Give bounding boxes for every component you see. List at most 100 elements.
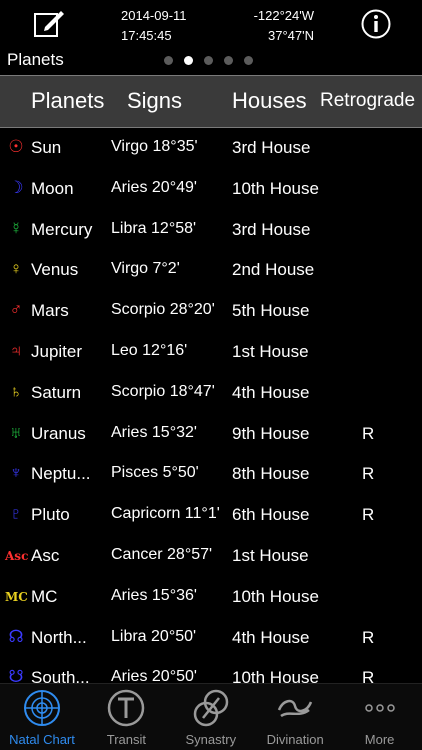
planet-sign: Cancer 28°57': [111, 545, 213, 563]
planet-name: Uranus: [31, 423, 86, 443]
planet-row[interactable]: ♀ Venus Virgo 7°2' 2nd House: [0, 250, 422, 291]
planet-symbol-icon: ☽: [8, 177, 24, 197]
date-time: 2014-09-11 17:45:45: [121, 6, 187, 46]
planet-symbol-icon: ♀: [9, 259, 23, 279]
planet-symbol-icon: ♇: [9, 504, 23, 524]
planet-row[interactable]: ☉ Sun Virgo 18°35' 3rd House: [0, 128, 422, 169]
planet-house: 1st House: [232, 341, 309, 361]
planet-sign: Virgo 18°35': [111, 138, 198, 155]
page-dot[interactable]: [224, 56, 233, 65]
planet-symbol-icon: MC: [5, 589, 28, 604]
planet-name: North...: [31, 627, 87, 647]
planet-name: Sun: [31, 138, 62, 157]
planet-symbol-icon: ☊: [8, 626, 24, 646]
planet-symbol-icon: ☿: [9, 218, 23, 238]
tab-bar: Natal Chart Transit Synastry Divination More: [0, 683, 422, 750]
planet-symbol-icon: Asc: [5, 548, 29, 563]
planet-name: Mars: [31, 301, 69, 321]
planet-house: 9th House: [232, 423, 310, 443]
date-text: 2014-09-11: [121, 8, 187, 23]
planet-name: Asc: [31, 545, 60, 565]
planet-house: 6th House: [232, 505, 310, 525]
table-header: Planets Signs Houses Retrograde: [0, 75, 422, 128]
planet-house: 3rd House: [232, 219, 311, 239]
tab-label: Natal Chart: [9, 732, 75, 747]
tab-label: Divination: [266, 732, 324, 747]
planet-house: 10th House: [232, 586, 319, 606]
planet-row[interactable]: ☽ Moon Aries 20°49' 10th House: [0, 169, 422, 210]
info-button[interactable]: [361, 9, 391, 39]
header-houses: Houses: [232, 88, 307, 113]
tab-transit[interactable]: Transit: [84, 684, 168, 750]
planet-sign: Aries 20°50': [111, 668, 197, 683]
planet-row[interactable]: ♅ Uranus Aries 15°32' 9th House R: [0, 414, 422, 455]
planet-row[interactable]: ♂ Mars Scorpio 28°20' 5th House: [0, 291, 422, 332]
page-dot[interactable]: [244, 56, 253, 65]
planet-row[interactable]: MC MC Aries 15°36' 10th House: [0, 577, 422, 618]
planet-list[interactable]: ☉ Sun Virgo 18°35' 3rd House ☽ Moon Aries 20°4…: [0, 128, 422, 683]
tab-label: Transit: [106, 732, 147, 747]
retrograde-flag: R: [362, 423, 375, 443]
planet-house: 5th House: [232, 301, 310, 321]
planet-row[interactable]: ☊ North... Libra 20°50' 4th House R: [0, 618, 422, 659]
planet-sign: Leo 12°16': [111, 341, 188, 359]
planet-symbol-icon: ♄: [9, 381, 23, 401]
planet-row[interactable]: ☿ Mercury Libra 12°58' 3rd House: [0, 210, 422, 251]
page-dot[interactable]: [184, 56, 193, 65]
planet-row[interactable]: ♃ Jupiter Leo 12°16' 1st House: [0, 332, 422, 373]
page-title: Planets: [7, 50, 64, 69]
planet-row[interactable]: ♇ Pluto Capricorn 11°1' 6th House R: [0, 495, 422, 536]
header-signs: Signs: [127, 88, 183, 113]
planet-name: South...: [31, 668, 90, 683]
planet-sign: Capricorn 11°1': [111, 505, 220, 523]
planet-sign: Libra 12°58': [111, 219, 197, 237]
divination-icon: [278, 699, 313, 718]
planet-name: Saturn: [31, 382, 82, 402]
tab-synastry[interactable]: Synastry: [169, 684, 253, 750]
planet-sign: Libra 20°50': [111, 627, 197, 645]
page-dot[interactable]: [164, 56, 173, 65]
planet-house: 4th House: [232, 382, 310, 402]
edit-button[interactable]: [33, 8, 65, 38]
tab-divination[interactable]: Divination: [253, 684, 337, 750]
header-planets: Planets: [31, 88, 105, 113]
page-indicator[interactable]: [164, 56, 253, 65]
planet-sign: Aries 20°49': [111, 178, 197, 196]
planet-name: MC: [31, 586, 58, 606]
planet-row[interactable]: ♆ Neptu... Pisces 5°50' 8th House R: [0, 454, 422, 495]
retrograde-flag: R: [362, 627, 375, 647]
planet-sign: Aries 15°36': [111, 586, 197, 604]
planet-name: Moon: [31, 178, 74, 198]
planet-name: Venus: [31, 260, 79, 280]
planet-sign: Pisces 5°50': [111, 464, 199, 482]
tab-label: More: [364, 732, 395, 747]
planet-name: Mercury: [31, 219, 93, 239]
planet-house: 3rd House: [232, 138, 311, 157]
natal-chart-icon: [24, 690, 60, 726]
retrograde-flag: R: [362, 505, 375, 525]
planet-house: 4th House: [232, 627, 310, 647]
longitude-text: -122°24'W: [253, 8, 314, 23]
transit-icon: [108, 689, 145, 727]
top-bar: 2014-09-11 17:45:45 -122°24'W 37°47'N Pl…: [0, 0, 422, 76]
planet-sign: Scorpio 28°20': [111, 301, 215, 319]
planet-symbol-icon: ♂: [9, 300, 23, 320]
planet-row[interactable]: ♄ Saturn Scorpio 18°47' 4th House: [0, 373, 422, 414]
planet-symbol-icon: ♆: [9, 463, 23, 483]
planet-row[interactable]: ☋ South... Aries 20°50' 10th House R: [0, 658, 422, 683]
planet-name: Jupiter: [31, 341, 83, 361]
tab-more[interactable]: More: [338, 684, 422, 750]
planet-house: 8th House: [232, 464, 310, 484]
planet-sign: Scorpio 18°47': [111, 382, 215, 400]
planet-sign: Virgo 7°2': [111, 260, 180, 278]
synastry-icon: [193, 689, 229, 727]
planet-row[interactable]: Asc Asc Cancer 28°57' 1st House: [0, 536, 422, 577]
planet-symbol-icon: ♃: [9, 340, 23, 360]
planet-house: 2nd House: [232, 260, 315, 280]
planet-name: Neptu...: [31, 464, 91, 484]
page-dot[interactable]: [204, 56, 213, 65]
planet-house: 10th House: [232, 668, 319, 683]
planet-house: 10th House: [232, 178, 319, 198]
tab-natal-chart[interactable]: Natal Chart: [0, 684, 84, 750]
info-icon: [361, 9, 391, 39]
